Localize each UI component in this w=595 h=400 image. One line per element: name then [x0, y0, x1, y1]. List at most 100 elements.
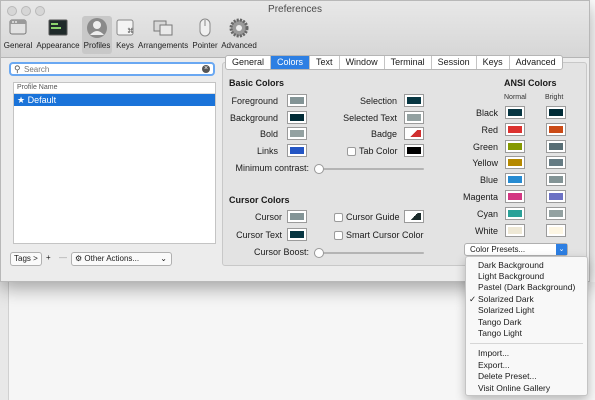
color-presets-label: Color Presets... — [470, 245, 526, 254]
ansi-cyan-bright-swatch — [549, 209, 563, 217]
menu-item-export[interactable]: Export... — [466, 360, 587, 371]
tab-color-checkbox[interactable] — [347, 147, 356, 156]
ansi-magenta-label: Magenta — [462, 192, 498, 202]
tab-advanced[interactable]: Advanced — [510, 56, 562, 69]
profiles-icon — [87, 18, 107, 38]
menu-item-import[interactable]: Import... — [466, 348, 587, 359]
background-color-well[interactable] — [287, 111, 307, 124]
ansi-black-bright-color-well[interactable] — [546, 106, 566, 119]
tab-keys[interactable]: Keys — [477, 56, 510, 69]
ansi-green-normal-color-well[interactable] — [505, 139, 525, 153]
ansi-magenta-normal-swatch — [508, 193, 522, 200]
ansi-red-normal-color-well[interactable] — [505, 122, 525, 136]
toolbar-item-arrangements[interactable]: Arrangements — [138, 16, 188, 54]
ansi-yellow-normal-swatch — [508, 159, 522, 167]
cursor-guide-swatch — [407, 213, 421, 220]
toolbar-item-advanced[interactable]: Advanced — [221, 16, 257, 54]
color-presets-menu: Dark Background Light Background Pastel … — [465, 256, 588, 396]
menu-item-pastel-dark-background[interactable]: Pastel (Dark Background) — [466, 282, 587, 293]
ansi-white-normal-color-well[interactable] — [505, 223, 525, 237]
menu-item-solarized-dark[interactable]: ✓ Solarized Dark — [466, 294, 587, 305]
toolbar-label-advanced: Advanced — [221, 41, 257, 50]
ansi-white-bright-color-well[interactable] — [546, 223, 566, 237]
toolbar-label-general: General — [3, 41, 33, 50]
menu-item-tango-light[interactable]: Tango Light — [466, 328, 587, 339]
minimum-contrast-slider-knob[interactable] — [314, 164, 324, 174]
tab-text[interactable]: Text — [310, 56, 340, 69]
clear-search-icon[interactable]: × — [202, 65, 210, 73]
menu-item-solarized-light[interactable]: Solarized Light — [466, 305, 587, 316]
profile-search-field[interactable]: ⚲ × — [9, 62, 215, 76]
other-actions-button[interactable]: ⚙ Other Actions... ⌄ — [71, 252, 172, 266]
add-profile-button[interactable]: + — [43, 252, 54, 266]
tab-general[interactable]: General — [226, 56, 272, 69]
tab-session[interactable]: Session — [432, 56, 477, 69]
tab-color-well[interactable] — [404, 144, 424, 157]
selection-color-well[interactable] — [404, 94, 424, 107]
toolbar-label-profiles: Profiles — [83, 41, 111, 50]
toolbar-item-keys[interactable]: ⌘ Keys — [113, 16, 137, 54]
gear-icon: ⚙ — [75, 254, 83, 263]
tab-window[interactable]: Window — [340, 56, 385, 69]
ansi-cyan-bright-color-well[interactable] — [546, 206, 566, 220]
menu-item-visit-online-gallery[interactable]: Visit Online Gallery — [466, 383, 587, 394]
selected-text-color-well[interactable] — [404, 111, 424, 124]
smart-cursor-color-label: Smart Cursor Color — [346, 230, 424, 240]
tab-color-swatch — [407, 147, 421, 154]
ansi-yellow-bright-color-well[interactable] — [546, 156, 566, 170]
cursor-boost-slider[interactable] — [314, 248, 424, 258]
toolbar-item-profiles[interactable]: Profiles — [82, 16, 112, 54]
ansi-green-bright-swatch — [549, 142, 563, 150]
ansi-blue-bright-color-well[interactable] — [546, 173, 566, 187]
menu-item-light-background[interactable]: Light Background — [466, 271, 587, 282]
toolbar-item-pointer[interactable]: Pointer — [190, 16, 220, 54]
cursor-guide-checkbox[interactable] — [334, 213, 343, 222]
selection-swatch — [407, 97, 421, 104]
ansi-yellow-normal-color-well[interactable] — [505, 156, 525, 170]
profile-row-default[interactable]: ★ Default — [14, 94, 215, 106]
ansi-magenta-bright-color-well[interactable] — [546, 190, 566, 203]
cursor-boost-slider-knob[interactable] — [314, 248, 324, 258]
remove-profile-button[interactable]: — — [56, 252, 70, 266]
ansi-red-bright-color-well[interactable] — [546, 122, 566, 136]
ansi-black-normal-color-well[interactable] — [505, 106, 525, 119]
window-title: Preferences — [268, 4, 322, 15]
cursor-color-well[interactable] — [287, 210, 307, 223]
toolbar-label-appearance: Appearance — [36, 41, 80, 50]
cursor-text-color-well[interactable] — [287, 228, 307, 241]
ansi-blue-normal-color-well[interactable] — [505, 173, 525, 187]
links-color-well[interactable] — [287, 144, 307, 157]
ansi-red-normal-swatch — [508, 125, 522, 133]
ansi-normal-column-header: Normal — [504, 94, 527, 101]
cursor-guide-color-well[interactable] — [404, 210, 424, 223]
menu-item-tango-dark[interactable]: Tango Dark — [466, 317, 587, 328]
bold-color-well[interactable] — [287, 127, 307, 140]
ansi-magenta-normal-color-well[interactable] — [505, 190, 525, 203]
profiles-pane: ⚲ × Profile Name ★ Default — [7, 61, 217, 247]
minimum-contrast-slider[interactable] — [314, 164, 424, 174]
toolbar-item-appearance[interactable]: Appearance — [35, 16, 81, 54]
ansi-cyan-normal-color-well[interactable] — [505, 206, 525, 220]
menu-item-delete-preset[interactable]: Delete Preset... — [466, 371, 587, 382]
ansi-black-normal-swatch — [508, 109, 522, 116]
profile-name-column-header[interactable]: Profile Name — [14, 83, 215, 94]
profile-search-input[interactable] — [24, 64, 194, 74]
tags-button[interactable]: Tags > — [10, 252, 42, 266]
ansi-colors-heading: ANSI Colors — [504, 78, 557, 88]
tab-colors[interactable]: Colors — [271, 56, 311, 69]
menu-item-dark-background[interactable]: Dark Background — [466, 260, 587, 271]
minimum-contrast-label: Minimum contrast: — [235, 163, 309, 173]
background-swatch — [290, 114, 304, 121]
smart-cursor-color-checkbox[interactable] — [334, 231, 343, 240]
foreground-color-well[interactable] — [287, 94, 307, 107]
ansi-red-label: Red — [481, 124, 498, 135]
tab-terminal[interactable]: Terminal — [385, 56, 432, 69]
toolbar-item-general[interactable]: General — [3, 16, 33, 54]
badge-color-well[interactable] — [404, 127, 424, 140]
ansi-green-bright-color-well[interactable] — [546, 139, 566, 153]
links-swatch — [290, 147, 304, 154]
ansi-black-bright-swatch — [549, 109, 563, 116]
bold-label: Bold — [259, 129, 278, 139]
color-presets-popup-button[interactable]: Color Presets... ⌄ — [464, 243, 568, 256]
ansi-blue-normal-swatch — [508, 176, 522, 184]
